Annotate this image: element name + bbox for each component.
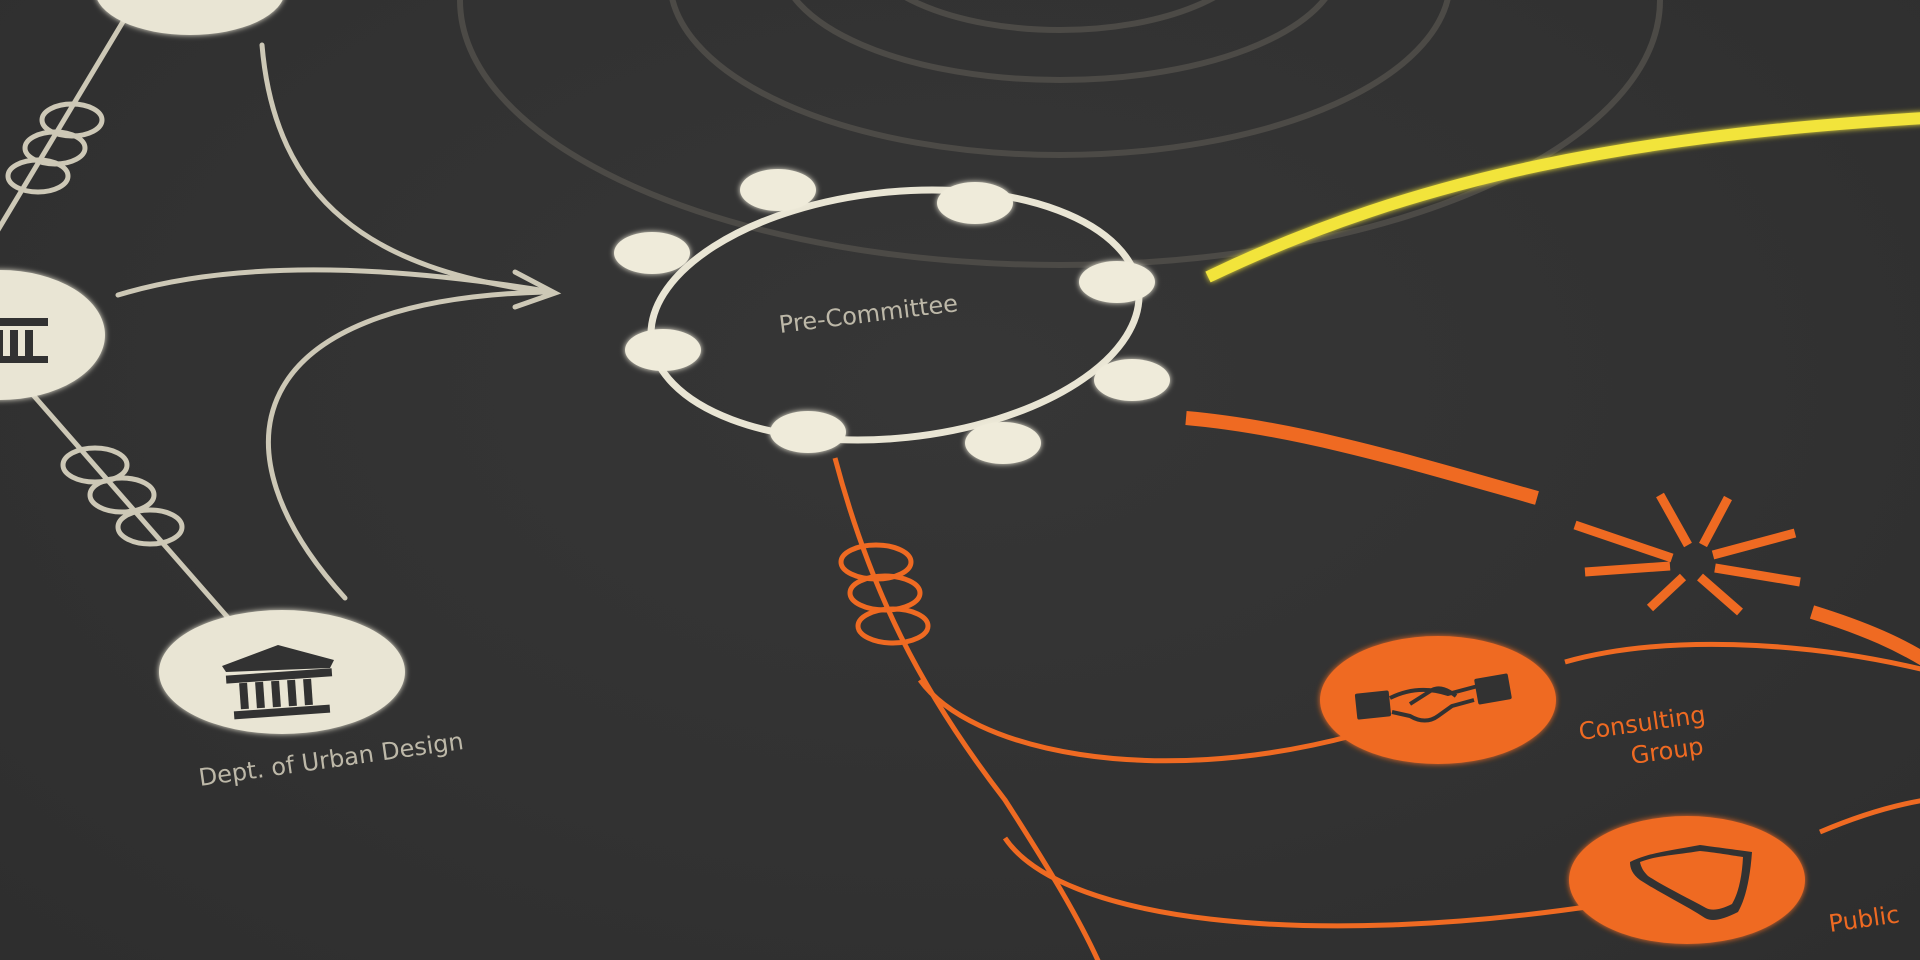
orange-link-1 bbox=[838, 542, 914, 582]
left-node bbox=[0, 270, 105, 400]
orange-consulting-out bbox=[1564, 641, 1920, 672]
ring-2 bbox=[792, 0, 1328, 83]
orange-vertical bbox=[832, 457, 1101, 960]
incoming-arrows bbox=[115, 42, 562, 601]
burst-icon bbox=[1573, 492, 1801, 616]
urban-design-label: Dept. of Urban Design bbox=[197, 727, 465, 792]
ring-1 bbox=[904, 0, 1216, 33]
orange-to-public bbox=[1002, 836, 1601, 929]
top-left-node bbox=[97, 0, 283, 35]
orange-to-consulting bbox=[917, 678, 1356, 764]
urban-design-node[interactable] bbox=[159, 610, 405, 734]
pre-committee-label: Pre-Committee bbox=[777, 289, 959, 339]
ring-4 bbox=[457, 0, 1663, 268]
arrow-curve-bottom bbox=[266, 289, 548, 601]
public-label: Public bbox=[1827, 900, 1901, 938]
chain-line-mid bbox=[18, 378, 232, 622]
consulting-group-node[interactable] bbox=[1320, 636, 1556, 764]
public-node[interactable] bbox=[1569, 816, 1805, 944]
diagram-canvas: Dept. of Urban Design Pre-Committee Cons… bbox=[0, 0, 1920, 960]
concentric-rings bbox=[457, 0, 1663, 268]
process-diagram: Dept. of Urban Design Pre-Committee Cons… bbox=[0, 0, 1920, 960]
orange-thick-arc bbox=[1185, 411, 1539, 505]
orange-public-out bbox=[1819, 798, 1920, 835]
consulting-group-label-line2: Group bbox=[1629, 732, 1705, 770]
arrow-curve-left bbox=[115, 267, 555, 298]
arrow-curve-top bbox=[259, 42, 548, 295]
